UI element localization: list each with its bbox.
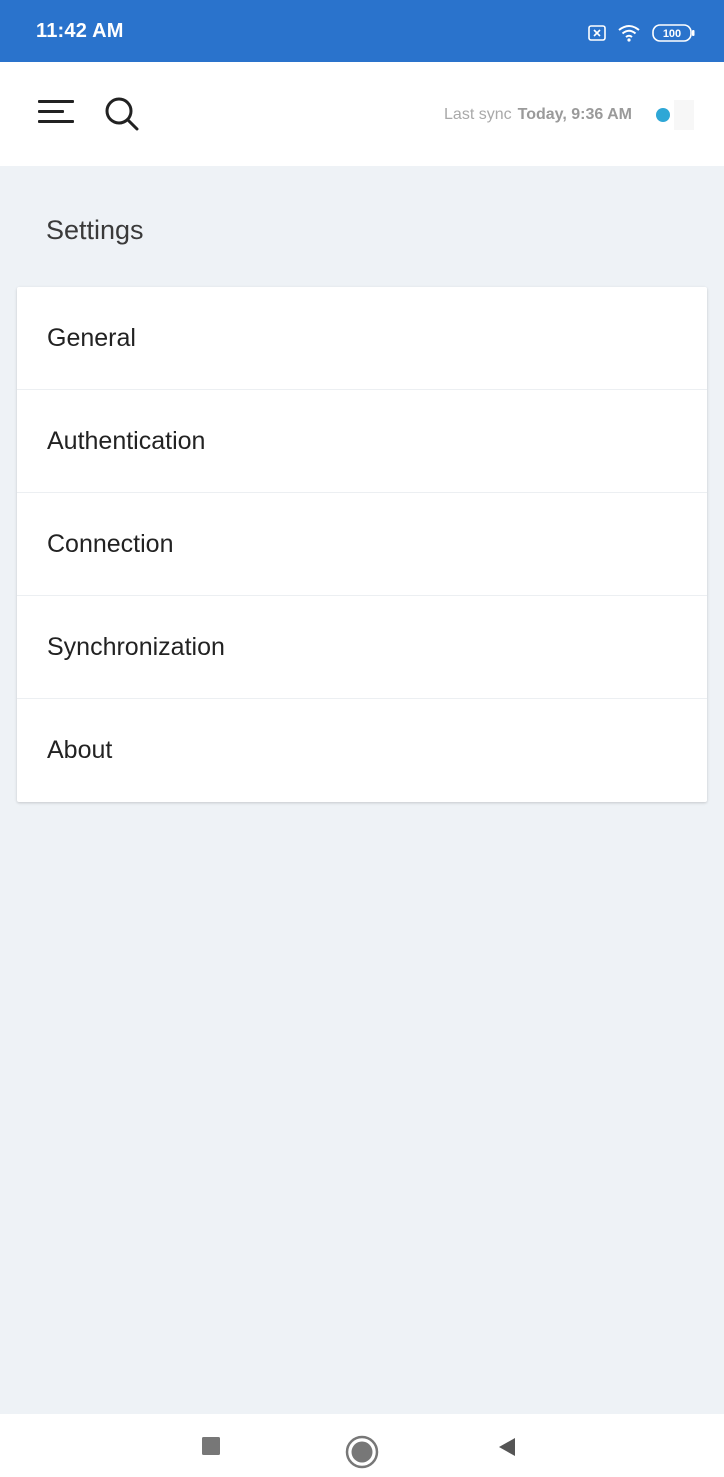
search-icon[interactable] [104, 96, 140, 132]
sync-time: Today, 9:36 AM [517, 106, 632, 123]
settings-item-synchronization[interactable]: Synchronization [17, 596, 707, 699]
sync-status[interactable]: Last sync Today, 9:36 AM [444, 100, 704, 130]
home-icon[interactable] [344, 1434, 380, 1470]
menu-icon[interactable] [38, 98, 76, 128]
settings-list: General Authentication Connection Synchr… [17, 287, 707, 802]
settings-item-general[interactable]: General [17, 287, 707, 390]
settings-item-connection[interactable]: Connection [17, 493, 707, 596]
status-bar: 11:42 AM 100 [0, 0, 724, 62]
page-title: Settings [46, 215, 144, 245]
app-header: Last sync Today, 9:36 AM [0, 62, 724, 166]
battery-icon: 100 [652, 24, 696, 42]
battery-level: 100 [663, 28, 681, 40]
status-time: 11:42 AM [36, 20, 124, 42]
sync-status-dot-icon [656, 108, 670, 122]
wifi-icon [618, 24, 640, 42]
settings-item-about[interactable]: About [17, 699, 707, 802]
recent-apps-icon[interactable] [201, 1436, 221, 1456]
status-icons: 100 [588, 22, 696, 44]
back-icon[interactable] [497, 1436, 517, 1458]
settings-item-authentication[interactable]: Authentication [17, 390, 707, 493]
notification-x-icon [588, 25, 606, 41]
navigation-bar [0, 1414, 724, 1477]
sync-status-pad [674, 100, 694, 130]
sync-label: Last sync [444, 106, 512, 123]
